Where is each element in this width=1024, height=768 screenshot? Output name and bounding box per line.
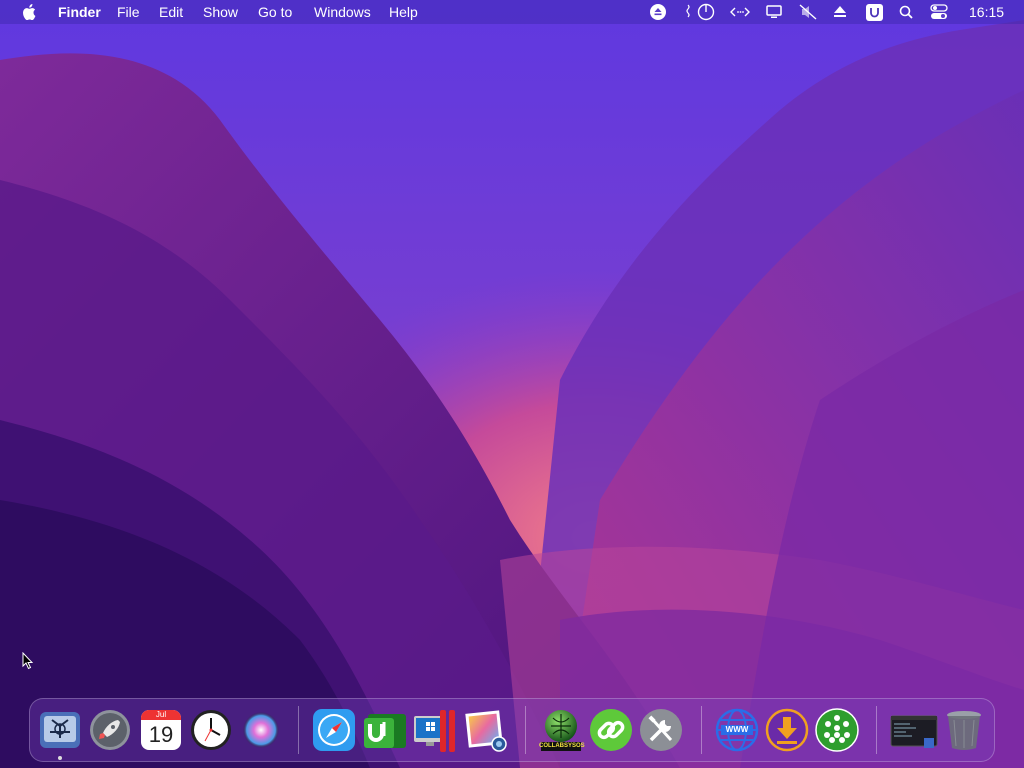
eject-icon[interactable] — [830, 2, 850, 22]
menu-file[interactable]: File — [117, 0, 140, 24]
dock-app-calendar[interactable]: Jul 19 — [139, 708, 183, 752]
dock-app-parallels-desktop[interactable] — [412, 708, 456, 752]
dock-app-preview[interactable] — [463, 708, 507, 752]
menu-show[interactable]: Show — [203, 0, 238, 24]
www-label: WWW — [725, 725, 749, 734]
search-icon[interactable] — [896, 2, 916, 22]
calendar-month: Jul — [155, 710, 167, 719]
dock-app-collabsysos[interactable]: COLLABSYSOS — [539, 708, 585, 752]
dock-app-siri[interactable] — [239, 708, 283, 752]
menu-bar: Finder File Edit Show Go to Windows Help… — [0, 0, 1024, 24]
dock-app-link[interactable] — [589, 708, 633, 752]
power-icon[interactable] — [686, 2, 716, 22]
dock-app-downloader[interactable] — [765, 708, 809, 752]
network-arrows-icon[interactable] — [730, 2, 750, 22]
dock-app-people-network[interactable] — [815, 708, 859, 752]
menu-help[interactable]: Help — [389, 0, 418, 24]
menu-windows[interactable]: Windows — [314, 0, 371, 24]
dock-app-trash[interactable] — [942, 708, 986, 752]
dock-app-utorrent[interactable] — [362, 708, 406, 752]
desktop-wallpaper — [0, 0, 1024, 768]
mouse-cursor-icon — [22, 652, 34, 670]
dock-app-clock[interactable] — [189, 708, 233, 752]
collabsysos-label: COLLABSYSOS — [539, 743, 585, 749]
mute-icon[interactable] — [798, 2, 818, 22]
menu-go-to[interactable]: Go to — [258, 0, 292, 24]
u-icon[interactable] — [864, 2, 884, 22]
menu-edit[interactable]: Edit — [159, 0, 183, 24]
menu-app-name[interactable]: Finder — [58, 0, 101, 24]
apple-menu-icon[interactable] — [19, 2, 39, 22]
dock-separator — [701, 706, 702, 754]
control-center-icon[interactable] — [929, 2, 949, 22]
menu-clock[interactable]: 16:15 — [969, 0, 1004, 24]
dock-app-finder-like[interactable] — [38, 708, 82, 752]
dock-separator — [876, 706, 877, 754]
dock-app-safari[interactable] — [312, 708, 356, 752]
dock-app-terminal-window[interactable] — [890, 708, 938, 752]
eject-circle-icon[interactable] — [648, 2, 668, 22]
running-indicator — [58, 756, 62, 760]
dock-app-launchpad[interactable] — [88, 708, 132, 752]
calendar-day: 19 — [148, 722, 174, 747]
display-icon[interactable] — [764, 2, 784, 22]
dock-separator — [298, 706, 299, 754]
dock-app-system-tools[interactable] — [639, 708, 683, 752]
dock-separator — [525, 706, 526, 754]
dock-app-www[interactable]: WWW — [715, 708, 759, 752]
